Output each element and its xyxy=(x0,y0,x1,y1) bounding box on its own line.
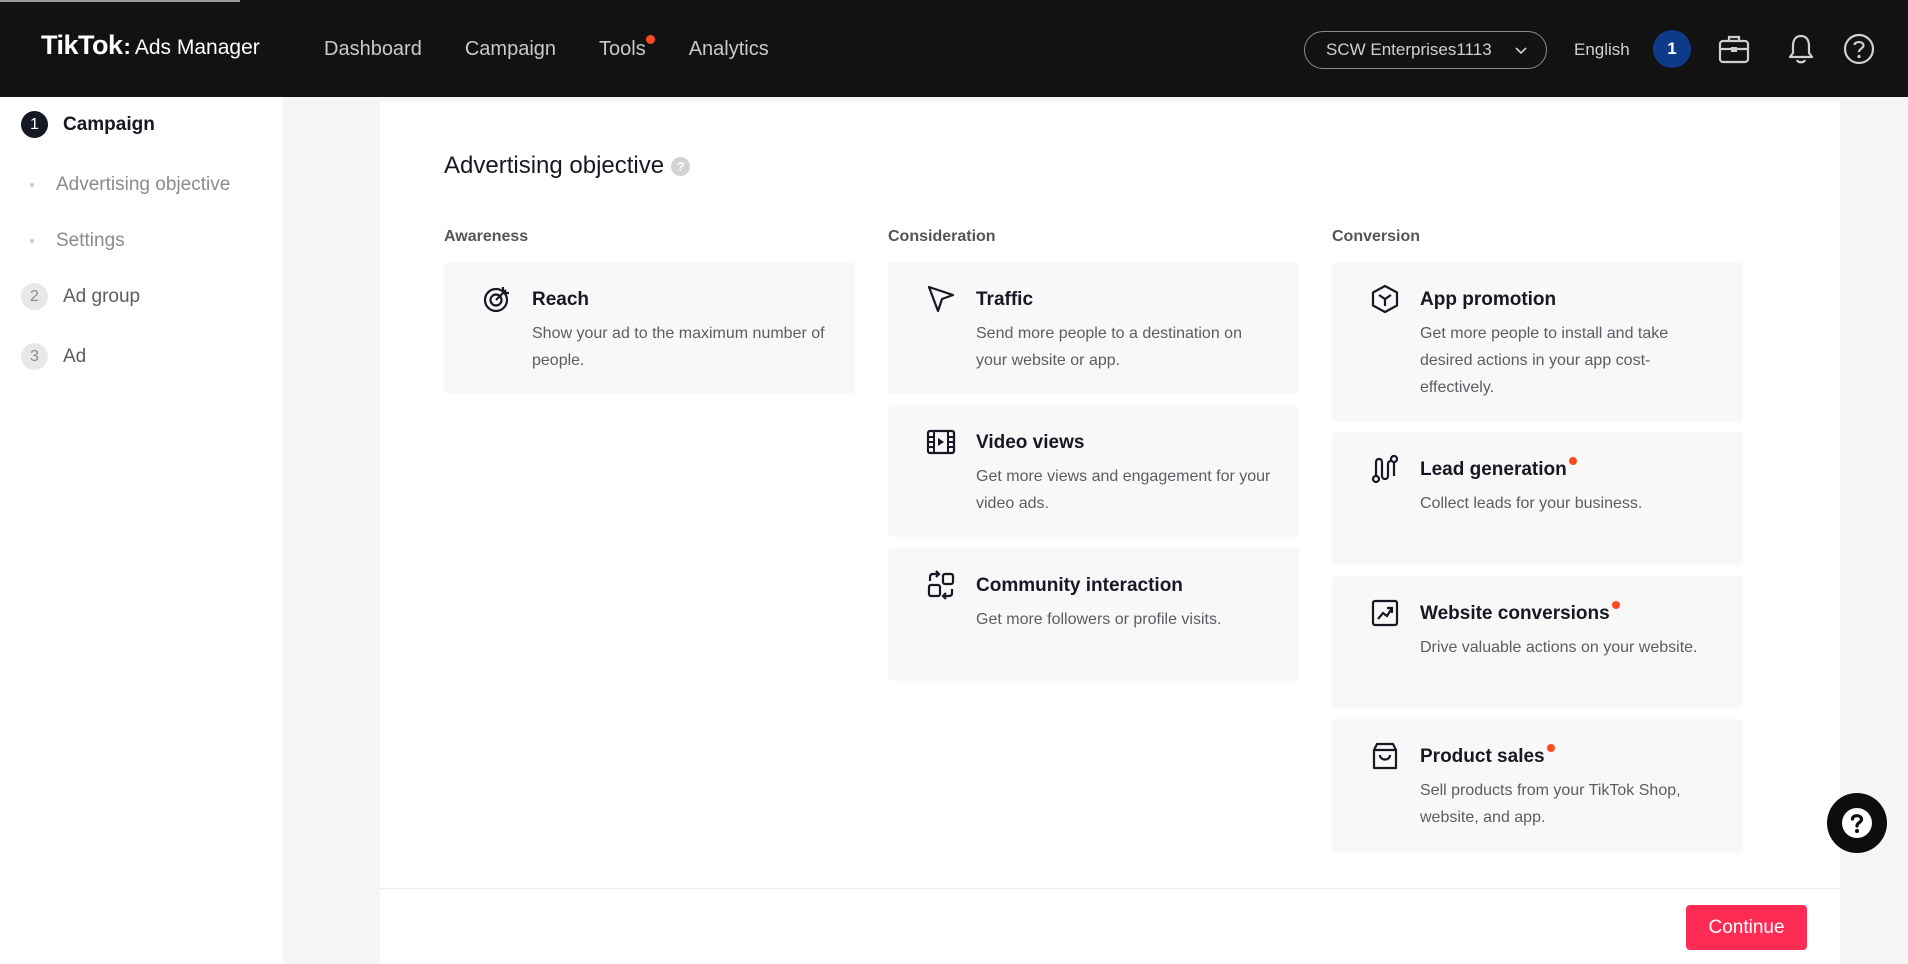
objective-card-reach[interactable]: Reach Show your ad to the maximum number… xyxy=(444,262,855,394)
bell-icon[interactable] xyxy=(1784,32,1818,66)
objective-title: Lead generation xyxy=(1420,457,1577,481)
objective-title: Traffic xyxy=(976,289,1034,310)
tiktok-ads-manager-logo[interactable]: TikTok : Ads Manager xyxy=(41,30,260,61)
substep-label: Advertising objective xyxy=(56,174,231,195)
account-selector[interactable]: SCW Enterprises1113 xyxy=(1304,31,1547,69)
shopping-bag-icon xyxy=(1372,742,1398,770)
substep-bullet xyxy=(30,183,34,187)
account-name: SCW Enterprises1113 xyxy=(1326,40,1492,59)
new-badge-dot xyxy=(1568,457,1577,465)
objective-title: Video views xyxy=(976,432,1085,453)
help-floating-button[interactable] xyxy=(1827,793,1887,853)
app-cube-icon xyxy=(1371,284,1399,314)
step-number: 2 xyxy=(21,283,48,310)
objective-title: Community interaction xyxy=(976,575,1183,596)
lead-path-icon xyxy=(1371,454,1399,484)
language-selector[interactable]: English xyxy=(1574,40,1630,60)
nav-tools[interactable]: Tools xyxy=(599,35,655,61)
briefcase-icon[interactable] xyxy=(1717,32,1751,66)
substep-label: Settings xyxy=(56,230,125,251)
community-swap-icon xyxy=(927,570,955,600)
substep-bullet xyxy=(30,239,34,243)
nav-dashboard[interactable]: Dashboard xyxy=(324,38,422,61)
continue-button[interactable]: Continue xyxy=(1686,905,1807,950)
logo-separator: : xyxy=(123,34,131,59)
new-badge-dot xyxy=(1611,601,1620,609)
objective-description: Show your ad to the maximum number of pe… xyxy=(532,325,825,369)
tools-notification-dot xyxy=(645,35,655,44)
objective-description: Drive valuable actions on your website. xyxy=(1420,639,1698,656)
step-campaign[interactable]: 1 Campaign xyxy=(21,111,155,138)
objective-title-text: Product sales xyxy=(1420,746,1545,767)
cursor-arrow-icon xyxy=(927,285,955,313)
objective-description: Get more followers or profile visits. xyxy=(976,611,1222,628)
substep-advertising-objective[interactable]: Advertising objective xyxy=(30,174,230,196)
step-label: Ad group xyxy=(63,285,141,307)
page-title-text: Advertising objective xyxy=(444,152,665,179)
help-tooltip-icon[interactable]: ? xyxy=(671,156,691,176)
objective-card-app-promotion[interactable]: App promotion Get more people to install… xyxy=(1332,262,1743,422)
objective-description: Get more people to install and take desi… xyxy=(1420,325,1669,396)
loading-strip xyxy=(0,0,240,2)
step-ad-group[interactable]: 2 Ad group xyxy=(21,283,140,310)
help-icon[interactable] xyxy=(1842,32,1876,66)
objective-card-traffic[interactable]: Traffic Send more people to a destinatio… xyxy=(888,262,1299,394)
objective-description: Collect leads for your business. xyxy=(1420,495,1643,512)
page-title: Advertising objective ? xyxy=(444,152,691,180)
step-ad[interactable]: 3 Ad xyxy=(21,343,86,370)
objective-card-community-interaction[interactable]: Community interaction Get more followers… xyxy=(888,548,1299,681)
objective-description: Get more views and engagement for your v… xyxy=(976,468,1271,512)
objective-card-video-views[interactable]: Video views Get more views and engagemen… xyxy=(888,405,1299,537)
step-number: 1 xyxy=(21,111,48,138)
logo-brand: TikTok xyxy=(41,30,123,60)
avatar[interactable]: 1 xyxy=(1653,30,1691,68)
objective-title: Reach xyxy=(532,289,590,310)
objective-card-lead-generation[interactable]: Lead generation Collect leads for your b… xyxy=(1332,432,1743,565)
objective-panel: Advertising objective ? Awareness Consid… xyxy=(380,102,1840,964)
objective-card-product-sales[interactable]: Product sales Sell products from your Ti… xyxy=(1332,719,1743,853)
objective-title: Website conversions xyxy=(1420,601,1620,625)
logo-product: Ads Manager xyxy=(134,36,260,59)
campaign-steps-sidebar: 1 Campaign Advertising objective Setting… xyxy=(0,97,283,964)
objective-title-text: Lead generation xyxy=(1420,459,1567,480)
objective-title-text: Website conversions xyxy=(1420,603,1610,624)
column-title-consideration: Consideration xyxy=(888,228,996,245)
target-icon xyxy=(483,287,509,313)
objective-title: Product sales xyxy=(1420,744,1555,768)
objective-card-website-conversions[interactable]: Website conversions Drive valuable actio… xyxy=(1332,576,1743,708)
footer-divider xyxy=(380,888,1840,889)
new-badge-dot xyxy=(1546,744,1555,752)
substep-settings[interactable]: Settings xyxy=(30,230,125,252)
nav-analytics[interactable]: Analytics xyxy=(689,38,769,61)
objective-description: Sell products from your TikTok Shop, web… xyxy=(1420,782,1681,826)
question-icon xyxy=(1842,808,1872,838)
step-label: Campaign xyxy=(63,113,155,135)
column-title-awareness: Awareness xyxy=(444,228,529,245)
nav-campaign[interactable]: Campaign xyxy=(465,38,556,61)
column-title-conversion: Conversion xyxy=(1332,228,1421,245)
top-navigation-bar: TikTok : Ads Manager Dashboard Campaign … xyxy=(0,0,1908,97)
video-film-icon xyxy=(926,429,956,455)
step-label: Ad xyxy=(63,345,87,367)
trend-chart-icon xyxy=(1371,599,1399,627)
main-nav: Dashboard Campaign Tools Analytics xyxy=(324,35,812,61)
nav-tools-label: Tools xyxy=(599,38,646,60)
step-number: 3 xyxy=(21,343,48,370)
objective-description: Send more people to a destination on you… xyxy=(976,325,1242,369)
objective-title: App promotion xyxy=(1420,289,1557,310)
chevron-down-icon xyxy=(1515,47,1527,55)
